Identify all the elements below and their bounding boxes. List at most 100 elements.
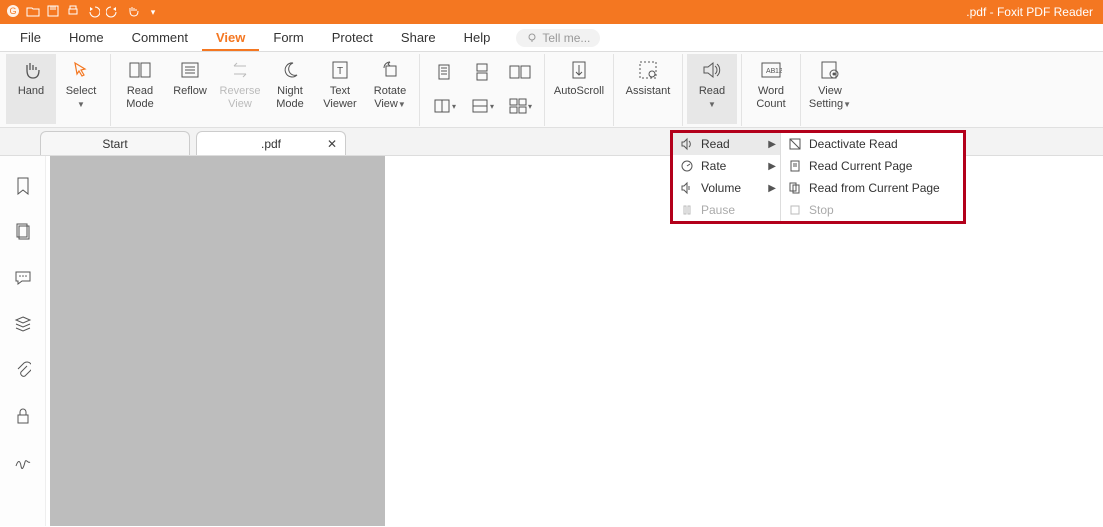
read-button[interactable]: Read ▼ [687, 54, 737, 124]
read-menu-pause: Pause [673, 199, 780, 221]
hand-label: Hand [18, 85, 44, 98]
read-label: Read [699, 85, 725, 98]
read-mode-button[interactable]: ReadMode [115, 54, 165, 124]
tab-document-label: .pdf [261, 137, 281, 151]
word-count-icon: AB12 [759, 58, 783, 82]
assistant-label: Assistant [626, 85, 671, 98]
read-page-icon [787, 158, 803, 174]
read-menu-container: Read ▶ Rate ▶ Volume ▶ Pause Deactivate … [670, 130, 966, 224]
print-icon[interactable] [66, 4, 80, 21]
save-icon[interactable] [46, 4, 60, 21]
read-mode-label: ReadMode [126, 85, 154, 111]
word-count-label: WordCount [756, 85, 785, 111]
tab-start-label: Start [102, 137, 127, 151]
window-title: .pdf - Foxit PDF Reader [966, 5, 1093, 19]
text-viewer-label: TextViewer [323, 85, 356, 111]
reverse-view-label: ReverseView [220, 85, 261, 111]
facing-icon[interactable] [506, 60, 534, 84]
deactivate-icon [787, 136, 803, 152]
tab-close-icon[interactable]: ✕ [327, 137, 337, 151]
rotate-view-icon [378, 58, 402, 82]
read-menu-volume-label: Volume [701, 181, 741, 195]
single-page-icon[interactable] [430, 60, 458, 84]
reverse-view-icon [228, 58, 252, 82]
read-submenu-stop-label: Stop [809, 203, 834, 217]
fit-page-icon[interactable]: ▾ [506, 94, 534, 118]
read-caret-icon: ▼ [708, 98, 716, 111]
hand-qat-icon[interactable] [126, 4, 140, 21]
text-viewer-icon: T [328, 58, 352, 82]
pages-icon[interactable] [13, 222, 33, 242]
night-mode-button[interactable]: NightMode [265, 54, 315, 124]
side-panel [0, 156, 46, 526]
qat-dropdown-icon[interactable]: ▾ [146, 5, 160, 19]
read-mode-icon [128, 58, 152, 82]
hand-icon [19, 58, 43, 82]
comments-icon[interactable] [13, 268, 33, 288]
select-icon [69, 58, 93, 82]
submenu-arrow-icon: ▶ [768, 161, 776, 172]
view-setting-label: ViewSetting▼ [809, 85, 851, 111]
read-menu-read-label: Read [701, 137, 730, 151]
read-menu-rate[interactable]: Rate ▶ [673, 155, 780, 177]
quick-access-toolbar: G ▾ [6, 4, 160, 21]
menu-file[interactable]: File [6, 24, 55, 51]
menu-protect[interactable]: Protect [318, 24, 387, 51]
layout-opt-icon[interactable]: ▾ [430, 94, 458, 118]
view-setting-button[interactable]: ViewSetting▼ [805, 54, 855, 124]
select-caret-icon: ▼ [77, 98, 85, 111]
assistant-button[interactable]: Assistant [618, 54, 678, 124]
read-menu-read[interactable]: Read ▶ [673, 133, 780, 155]
attachments-icon[interactable] [13, 360, 33, 380]
read-menu-pause-label: Pause [701, 203, 735, 217]
signatures-icon[interactable] [13, 452, 33, 472]
continuous-icon[interactable] [468, 60, 496, 84]
document-page[interactable] [50, 156, 385, 526]
menu-home[interactable]: Home [55, 24, 118, 51]
read-submenu-deactivate[interactable]: Deactivate Read [781, 133, 963, 155]
menu-share[interactable]: Share [387, 24, 450, 51]
tab-start[interactable]: Start [40, 131, 190, 155]
open-icon[interactable] [26, 4, 40, 21]
tab-document[interactable]: .pdf ✕ [196, 131, 346, 155]
security-icon[interactable] [13, 406, 33, 426]
menu-comment[interactable]: Comment [118, 24, 202, 51]
read-submenu-current[interactable]: Read Current Page [781, 155, 963, 177]
reverse-view-button[interactable]: ReverseView [215, 54, 265, 124]
menu-form[interactable]: Form [259, 24, 317, 51]
speaker-icon [679, 136, 695, 152]
layers-icon[interactable] [13, 314, 33, 334]
read-submenu-stop: Stop [781, 199, 963, 221]
read-submenu-from[interactable]: Read from Current Page [781, 177, 963, 199]
undo-icon[interactable] [86, 4, 100, 21]
tell-me-search[interactable]: Tell me... [516, 29, 600, 47]
rate-icon [679, 158, 695, 174]
redo-icon[interactable] [106, 4, 120, 21]
word-count-button[interactable]: AB12 WordCount [746, 54, 796, 124]
app-logo-icon: G [6, 4, 20, 21]
bookmarks-icon[interactable] [13, 176, 33, 196]
svg-text:G: G [9, 6, 16, 16]
menu-bar: File Home Comment View Form Protect Shar… [0, 24, 1103, 52]
rotate-view-label: RotateView▼ [374, 85, 406, 111]
menu-help[interactable]: Help [450, 24, 505, 51]
autoscroll-button[interactable]: AutoScroll [549, 54, 609, 124]
rotate-view-button[interactable]: RotateView▼ [365, 54, 415, 124]
stop-icon [787, 202, 803, 218]
title-bar: G ▾ .pdf - Foxit PDF Reader [0, 0, 1103, 24]
hand-button[interactable]: Hand [6, 54, 56, 124]
autoscroll-icon [567, 58, 591, 82]
menu-view[interactable]: View [202, 24, 259, 51]
text-viewer-button[interactable]: T TextViewer [315, 54, 365, 124]
read-menu-rate-label: Rate [701, 159, 726, 173]
bulb-icon [526, 32, 538, 44]
tell-me-placeholder: Tell me... [542, 31, 590, 45]
assistant-icon [636, 58, 660, 82]
view-setting-icon [818, 58, 842, 82]
read-menu-volume[interactable]: Volume ▶ [673, 177, 780, 199]
svg-text:12: 12 [775, 68, 782, 75]
submenu-arrow-icon: ▶ [768, 139, 776, 150]
select-button[interactable]: Select ▼ [56, 54, 106, 124]
fit-width-icon[interactable]: ▾ [468, 94, 496, 118]
reflow-button[interactable]: Reflow [165, 54, 215, 124]
